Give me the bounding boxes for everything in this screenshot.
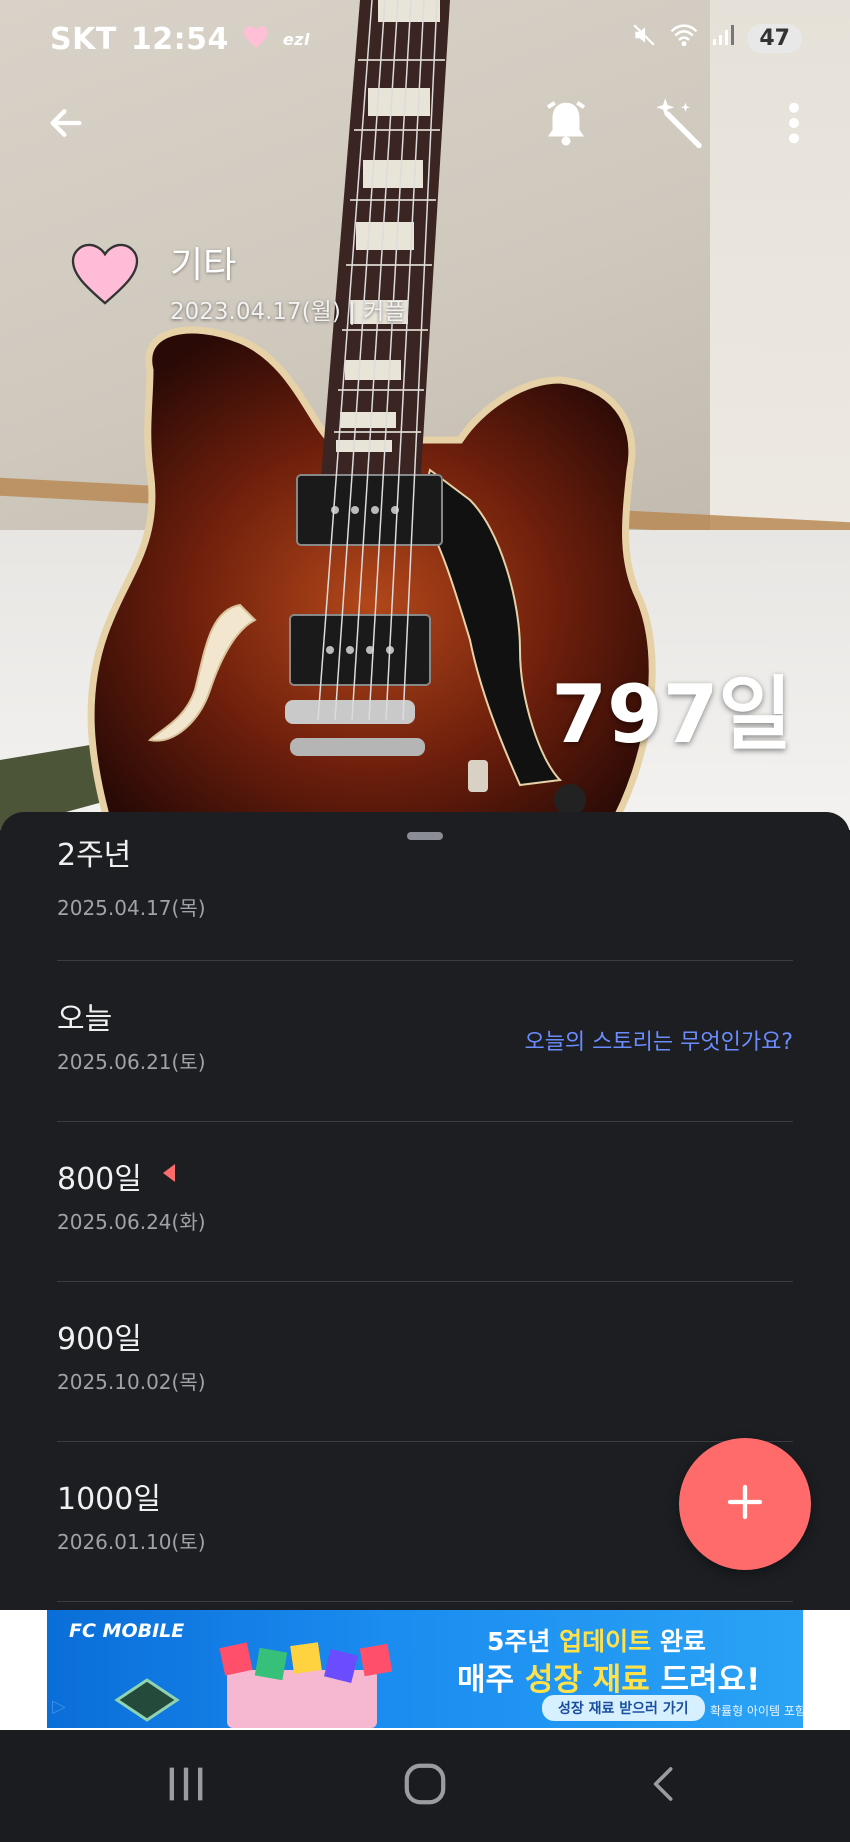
more-button[interactable] — [764, 95, 824, 155]
more-vert-icon — [786, 100, 802, 150]
ad-banner[interactable]: FC MOBILE 5주년 업데이트 완료 매주 성장 재료 드려요! 성장 재… — [0, 1610, 850, 1730]
magic-button[interactable] — [651, 95, 711, 155]
ad-headline-2: 매주 성장 재료 드려요! — [457, 1654, 760, 1699]
milestone-date: 2026.01.10(토) — [57, 1530, 206, 1554]
status-bar: SKT 12:54 ezl 47 — [0, 0, 850, 84]
anniversary-title: 기타 — [170, 245, 237, 286]
ad-headline-1: 5주년 업데이트 완료 — [487, 1622, 706, 1658]
home-icon — [402, 1761, 448, 1811]
status-right: 47 — [631, 22, 802, 54]
bell-icon — [539, 96, 593, 154]
battery-indicator: 47 — [747, 23, 802, 53]
sheet-handle[interactable] — [407, 832, 443, 840]
system-nav-bar — [0, 1730, 850, 1842]
list-item[interactable]: 2주년 2025.04.17(목) — [57, 838, 793, 961]
ad-headline-1-pre: 5주년 — [487, 1627, 560, 1656]
magic-wand-icon — [654, 96, 708, 154]
list-item[interactable]: 800일 2025.06.24(화) — [57, 1154, 793, 1282]
heart-icon — [70, 242, 140, 312]
status-left: SKT 12:54 ezl — [50, 22, 310, 57]
back-arrow-icon — [44, 103, 88, 147]
ad-headline-1-post: 완료 — [651, 1627, 706, 1656]
back-nav-button[interactable] — [634, 1760, 694, 1812]
ad-creative[interactable]: FC MOBILE 5주년 업데이트 완료 매주 성장 재료 드려요! 성장 재… — [47, 1610, 803, 1728]
milestone-date: 2025.06.21(토) — [57, 1050, 206, 1074]
top-bar — [0, 95, 850, 165]
day-count: 797일 — [551, 668, 792, 761]
ad-cta-button[interactable]: 성장 재료 받으러 가기 — [542, 1695, 705, 1721]
ad-brand: FC MOBILE — [69, 1620, 185, 1642]
ad-headline-2-pre: 매주 — [457, 1662, 525, 1698]
plus-icon — [725, 1482, 765, 1526]
list-item[interactable]: 900일 2025.10.02(목) — [57, 1314, 793, 1442]
recents-button[interactable] — [156, 1760, 216, 1812]
milestone-name: 900일 — [57, 1322, 142, 1357]
anniversary-subtitle: 2023.04.17(월) | 커플 — [170, 299, 406, 325]
recents-icon — [164, 1764, 208, 1808]
milestone-name: 1000일 — [57, 1482, 161, 1517]
ad-headline-2-post: 드려요! — [649, 1662, 761, 1698]
milestone-name: 800일 — [57, 1162, 142, 1197]
clock: 12:54 — [130, 22, 229, 57]
story-prompt-link[interactable]: 오늘의 스토리는 무엇인가요? — [524, 1024, 793, 1056]
ad-note: 확률형 아이템 포함 — [710, 1704, 803, 1718]
heart-status-icon — [243, 22, 269, 57]
back-button[interactable] — [36, 95, 96, 155]
milestone-name: 2주년 — [57, 838, 132, 873]
back-chevron-icon — [644, 1762, 684, 1810]
milestone-date: 2025.04.17(목) — [57, 896, 206, 920]
ad-choices-icon[interactable]: ▷ — [52, 1696, 66, 1717]
ad-headline-2-highlight: 성장 재료 — [524, 1662, 650, 1698]
upcoming-flag-icon — [163, 1164, 175, 1182]
mute-icon — [631, 22, 657, 54]
milestone-name: 오늘 — [57, 1002, 113, 1037]
signal-icon — [711, 23, 735, 53]
alarm-button[interactable] — [536, 95, 596, 155]
wifi-icon — [669, 22, 699, 54]
add-milestone-button[interactable] — [679, 1438, 811, 1570]
ad-graphic — [107, 1640, 437, 1728]
milestone-date: 2025.10.02(목) — [57, 1370, 206, 1394]
home-button[interactable] — [395, 1760, 455, 1812]
carrier-label: SKT — [50, 22, 117, 57]
milestone-date: 2025.06.24(화) — [57, 1210, 206, 1234]
list-item[interactable]: 오늘 2025.06.21(토) 오늘의 스토리는 무엇인가요? — [57, 994, 793, 1122]
status-extra-label: ezl — [282, 30, 310, 49]
ad-headline-1-highlight: 업데이트 — [559, 1627, 652, 1656]
